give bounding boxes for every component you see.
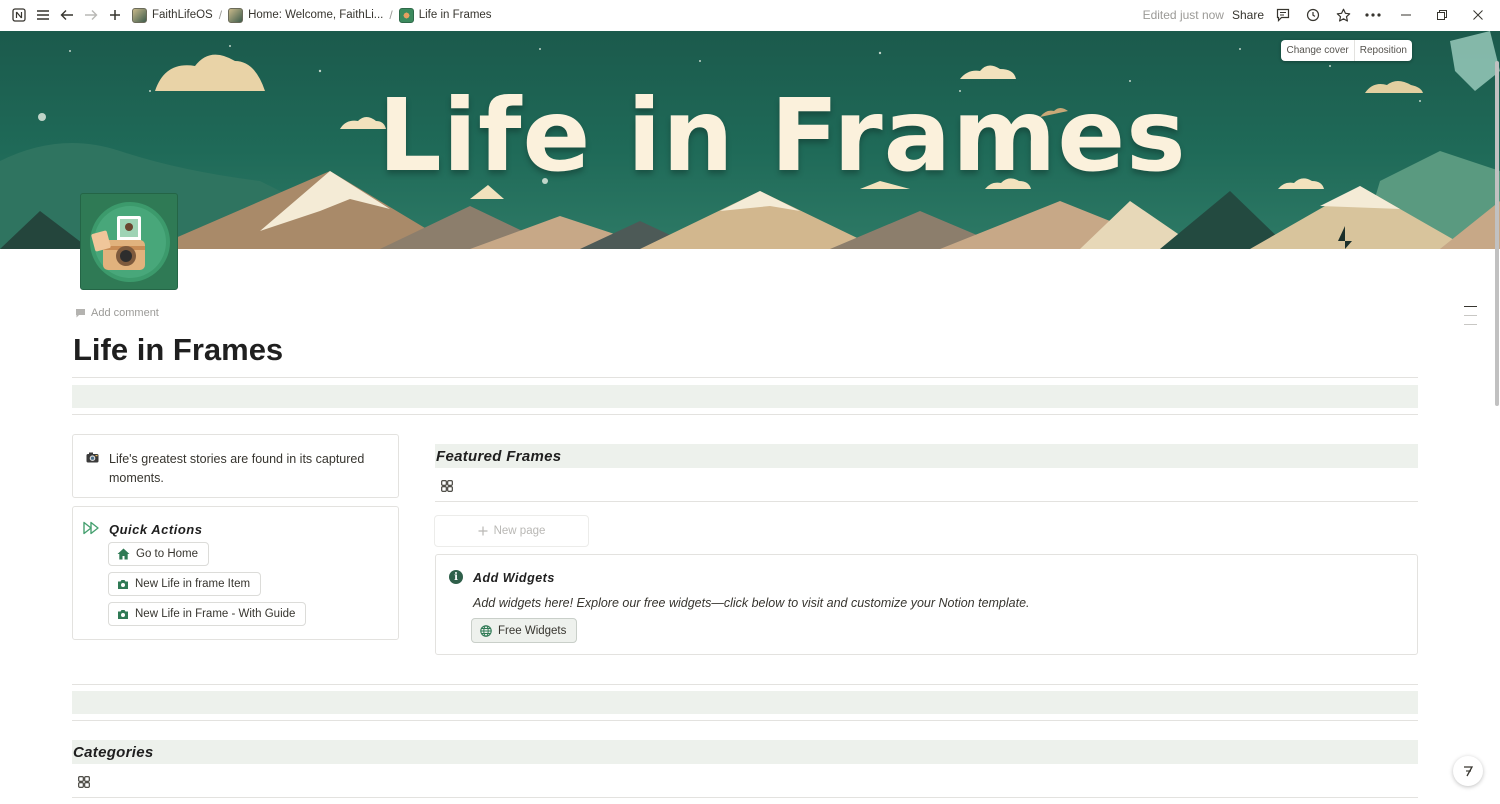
breadcrumb-separator: / <box>218 8 223 22</box>
plus-icon <box>478 526 488 536</box>
section-band <box>72 691 1418 714</box>
camera-icon <box>118 579 128 589</box>
cover-title: Life in Frames <box>378 77 1187 194</box>
history-clock-icon[interactable] <box>1302 4 1324 26</box>
home-page-icon <box>228 7 244 23</box>
minimize-window-icon[interactable] <box>1392 4 1420 26</box>
globe-icon <box>480 624 492 637</box>
button-label: Free Widgets <box>498 624 567 637</box>
new-tab-plus-icon[interactable] <box>104 4 126 26</box>
home-icon <box>117 548 130 560</box>
workspace-icon <box>132 7 147 23</box>
camera-icon <box>118 609 128 619</box>
breadcrumb-item[interactable]: Life in Frames <box>395 7 496 23</box>
add-widgets-title: Add Widgets <box>473 571 555 585</box>
breadcrumb-label: Life in Frames <box>418 9 492 21</box>
menu-icon[interactable] <box>32 4 54 26</box>
divider <box>72 414 1418 415</box>
new-page-label: New page <box>493 525 546 537</box>
new-life-in-frame-with-guide-button[interactable]: New Life in Frame - With Guide <box>108 602 307 626</box>
featured-frames-band <box>435 444 1418 468</box>
change-cover-button[interactable]: Change cover <box>1281 40 1353 61</box>
quote-callout: Life's greatest stories are found in its… <box>72 434 399 498</box>
fast-forward-icon <box>83 521 101 540</box>
scrollbar-thumb[interactable] <box>1495 61 1499 406</box>
header-band <box>72 385 1418 408</box>
divider <box>72 797 1418 798</box>
new-page-button[interactable]: New page <box>434 515 589 547</box>
page-icon-camera[interactable] <box>80 193 178 290</box>
quick-actions-callout: Quick Actions Go to Home New Life in fra… <box>72 506 399 640</box>
new-life-in-frame-item-button[interactable]: New Life in frame Item <box>108 572 262 596</box>
categories-heading: Categories <box>73 744 154 761</box>
info-icon: i <box>449 570 463 584</box>
divider <box>72 377 1418 378</box>
button-label: New Life in Frame - With Guide <box>135 608 296 620</box>
button-label: New Life in frame Item <box>135 578 251 590</box>
back-arrow-icon[interactable] <box>56 4 78 26</box>
edited-status: Edited just now <box>1142 8 1224 22</box>
breadcrumb-label: FaithLifeOS <box>152 9 213 21</box>
add-widgets-callout: i Add Widgets Add widgets here! Explore … <box>435 554 1418 655</box>
reposition-button[interactable]: Reposition <box>1353 40 1412 61</box>
share-button[interactable]: Share <box>1232 8 1264 22</box>
breadcrumb-item[interactable]: FaithLifeOS <box>128 7 217 23</box>
quick-actions-title: Quick Actions <box>109 522 203 537</box>
breadcrumb-separator: / <box>389 8 393 22</box>
help-button[interactable] <box>1453 756 1483 786</box>
cover-controls: Change cover Reposition <box>1281 40 1412 61</box>
comments-icon[interactable] <box>1272 4 1294 26</box>
featured-frames-heading: Featured Frames <box>436 448 562 465</box>
camera-emoji-icon <box>86 452 99 466</box>
divider <box>72 720 1418 721</box>
help-icon <box>1464 766 1474 777</box>
add-comment-label: Add comment <box>91 307 159 319</box>
comment-icon <box>76 308 85 317</box>
forward-arrow-icon[interactable] <box>80 4 102 26</box>
page-title[interactable]: Life in Frames <box>73 332 283 368</box>
gallery-view-icon[interactable] <box>78 776 90 788</box>
quote-text: Life's greatest stories are found in its… <box>109 452 365 485</box>
button-label: Go to Home <box>136 548 198 560</box>
go-to-home-button[interactable]: Go to Home <box>108 542 209 566</box>
life-in-frames-page-icon <box>398 7 414 23</box>
divider <box>72 684 1418 685</box>
add-widgets-description: Add widgets here! Explore our free widge… <box>473 596 1030 610</box>
gallery-view-icon[interactable] <box>441 480 453 492</box>
notion-logo-icon[interactable] <box>8 4 30 26</box>
restore-window-icon[interactable] <box>1428 4 1456 26</box>
divider <box>435 501 1418 502</box>
breadcrumb-label: Home: Welcome, FaithLi... <box>248 9 384 21</box>
free-widgets-button[interactable]: Free Widgets <box>471 618 578 643</box>
add-comment-button[interactable]: Add comment <box>75 307 159 319</box>
scrollbar[interactable] <box>1494 31 1500 411</box>
top-bar: FaithLifeOS / Home: Welcome, FaithLi... … <box>0 0 1500 30</box>
more-options-icon[interactable] <box>1362 4 1384 26</box>
close-window-icon[interactable] <box>1464 4 1492 26</box>
favorite-star-icon[interactable] <box>1332 4 1354 26</box>
table-of-contents-indicator[interactable] <box>1464 306 1477 333</box>
breadcrumb-item[interactable]: Home: Welcome, FaithLi... <box>224 7 387 23</box>
page-cover: Life in Frames Change cover Reposition <box>0 31 1500 249</box>
categories-band <box>72 740 1418 764</box>
